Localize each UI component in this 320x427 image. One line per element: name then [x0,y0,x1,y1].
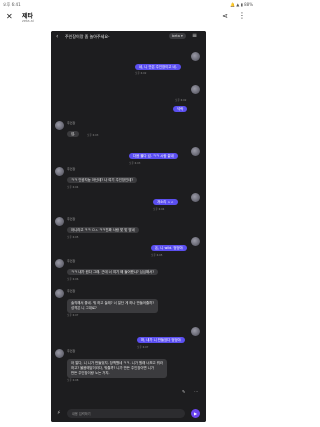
bolt-icon[interactable]: ⚡ [57,410,61,416]
close-icon[interactable]: ✕ [6,12,13,21]
more-vertical-icon[interactable]: ⋮ [238,11,246,20]
edit-icon[interactable]: ✎ [182,389,185,394]
bot-message: 솔직해서 좋네. 뭐 하고 놀래? 너 일단 게 하나 만들어줄까? 성격은 니… [67,299,159,313]
input-placeholder: 내용 입력하기 [72,412,91,416]
message-time: 오후 6:03 [87,134,99,137]
share-icon[interactable]: ⋖ [222,12,228,20]
message-time: 오후 6:05 [67,236,79,239]
bot-name: 주인장 [67,217,76,221]
chat-header: ‹ 주인장이랑 좀 놀아주세요- beta ▾ ≡ [51,31,206,42]
avatar [55,259,64,268]
user-message: 네, 니 안은 주인장이고 네. [135,64,181,70]
chat-panel: ‹ 주인장이랑 좀 놀아주세요- beta ▾ ≡ 네, 니 안은 주인장이고 … [51,31,206,422]
bot-message: 아니라고 ㅋㅋ ㅁㅅ ㅋㅋ진짜 사람 맞 맞 맞네 [67,227,139,233]
message-time: 오후 6:02 [175,99,187,102]
model-select[interactable]: beta ▾ [169,33,186,39]
status-time: 오후 6:41 [3,2,21,7]
more-horizontal-icon[interactable]: ⋯ [194,389,198,394]
message-time: 오후 6:02 [135,72,147,75]
message-input[interactable]: 내용 입력하기 [67,409,185,418]
app-bar: ✕ 제타 zeta.ai ⋖ ⋮ [0,9,256,25]
bot-message: ㅋㅋ 내가 뭔다 그래. 근데 너 여기 왜 들어왔냐? 심심해서? [67,269,159,275]
message-time: 오후 6:05 [151,254,163,257]
message-time: 오후 6:04 [67,186,79,189]
avatar [55,217,64,226]
bot-message: 아 알다, 니 니가 만들었지. 장백했네 ㅋㅋ. 니가 원래 너보고 뭐라 하… [67,359,167,378]
user-message: 개소리 ㅅㅅ [153,199,178,205]
avatar [191,52,200,61]
bot-name: 주인장 [67,289,76,293]
send-icon[interactable]: ▶ [191,409,200,418]
user-message: 다음 물다 넘. ㅋㅋ 시람 끝내 [129,153,178,159]
message-time: 오후 6:06 [67,278,79,281]
chat-title: 주인장이랑 좀 놀아주세요- [65,34,110,39]
message-time: 오후 6:08 [67,379,79,382]
avatar [55,349,64,358]
bot-message: 넵. [67,131,80,137]
user-message: 머, 내가 니 만들었다 엉엉야 [137,337,185,343]
bot-name: 주인장 [67,349,76,353]
status-indicators: 🔔 ▲ ▮ 88% [230,2,253,7]
bot-name: 주인장 [67,259,76,263]
avatar [191,85,200,94]
message-time: 오후 6:04 [153,208,165,211]
message-time: 오후 6:07 [67,314,79,317]
avatar [55,121,64,130]
back-icon[interactable]: ‹ [56,33,58,40]
status-bar: 오후 6:41 🔔 ▲ ▮ 88% [0,0,256,8]
avatar [191,237,200,246]
avatar [191,327,200,336]
avatar [55,167,64,176]
user-message: 돈, 니 wild. 엉엉야 [151,245,187,251]
avatar [55,289,64,298]
input-bar: ⚡ 내용 입력하기 ▶ [51,405,206,422]
app-subtitle: zeta.ai [22,19,34,23]
bot-message: ㅋㅋ 인공지능 아닌데? 나 여기 주인장인데? [67,177,138,183]
avatar [191,193,200,202]
message-time: 오후 6:03 [129,162,141,165]
avatar [191,147,200,156]
bot-name: 주인장 [67,121,76,125]
user-message: 넉락 [173,106,188,112]
menu-icon[interactable]: ≡ [192,32,197,39]
bot-name: 주인장 [67,167,76,171]
message-time: 오후 6:07 [137,346,149,349]
